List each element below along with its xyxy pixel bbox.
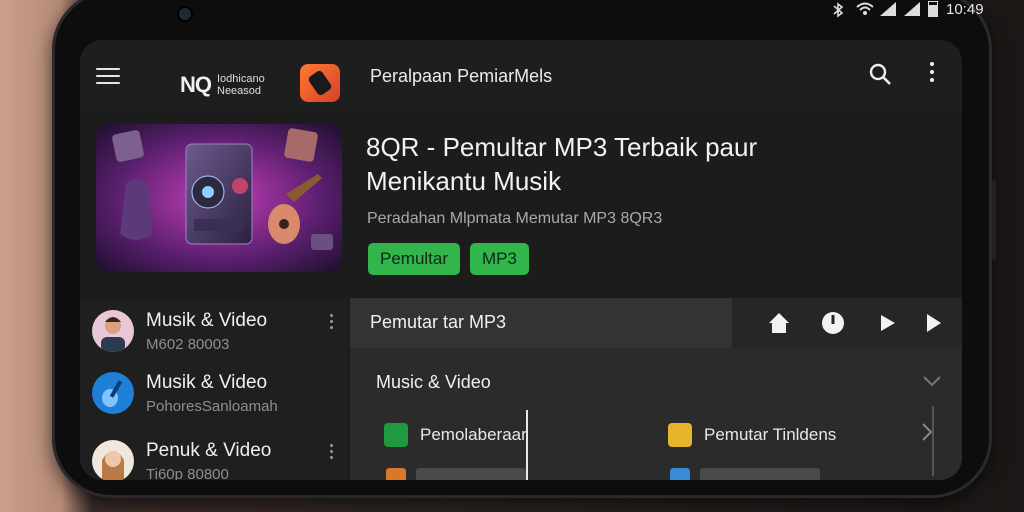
hero-artwork — [96, 124, 342, 272]
list-item[interactable]: Musik & Video PohoresSanloamah — [80, 364, 348, 426]
list-row-partial — [386, 468, 526, 480]
list-item-title: Musik & Video — [146, 310, 268, 331]
grid-item[interactable]: Pemutar Tinldens — [668, 422, 836, 448]
search-icon[interactable] — [868, 62, 892, 86]
collapse-icon[interactable] — [922, 374, 942, 390]
avatar — [92, 440, 134, 480]
status-time: 10:49 — [946, 0, 984, 18]
brand-logo: NQ Iodhicano Neeasod — [180, 72, 265, 98]
power-icon[interactable] — [820, 310, 846, 336]
front-camera — [179, 8, 191, 20]
signal-icon — [904, 2, 920, 16]
status-bar: 10:49 — [832, 0, 984, 20]
grid-item-label: Pemutar Tinldens — [704, 425, 837, 444]
hamburger-menu-icon[interactable] — [96, 68, 120, 86]
brand-line-1: Iodhicano — [217, 73, 265, 85]
page-heading: Peralpaan PemiarMels — [370, 66, 553, 86]
more-options-icon[interactable] — [928, 62, 936, 86]
home-icon[interactable] — [766, 310, 792, 336]
list-row-partial — [670, 468, 820, 480]
play-icon[interactable] — [874, 310, 900, 336]
wifi-icon — [856, 2, 874, 16]
grid-icon — [384, 423, 408, 447]
hero-subtitle: Peradahan Mlpmata Memutar MP3 8QR3 — [367, 210, 663, 227]
signal-icon — [880, 2, 896, 16]
app-logo-icon — [300, 64, 340, 102]
drag-handle[interactable] — [526, 410, 528, 480]
item-more-icon[interactable] — [328, 314, 334, 332]
grid-item-label: Pemolaberaar — [420, 425, 527, 444]
section-title: Music & Video — [376, 372, 491, 392]
list-item-title: Musik & Video — [146, 372, 268, 393]
player-title: Pemutar tar MP3 — [370, 312, 507, 332]
media-list: Musik & Video M602 80003 Musik & Video P… — [80, 298, 348, 480]
list-item-subtitle: M602 80003 — [146, 336, 230, 353]
grid-item[interactable]: Pemolaberaar — [384, 422, 527, 448]
app-screen: NQ Iodhicano Neeasod Peralpaan PemiarMel… — [80, 40, 962, 480]
next-icon[interactable] — [920, 310, 946, 336]
volume-button — [992, 180, 996, 260]
hero-title: 8QR - Pemultar MP3 Terbaik paur Menikant… — [366, 132, 758, 196]
brand-line-2: Neeasod — [217, 85, 262, 97]
avatar — [92, 310, 134, 352]
list-item[interactable]: Penuk & Video Ti60p 80800 — [80, 432, 348, 480]
list-item-subtitle: PohoresSanloamah — [146, 398, 278, 415]
player-controls — [732, 298, 962, 348]
list-item-title: Penuk & Video — [146, 440, 272, 461]
app-bar: NQ Iodhicano Neeasod Peralpaan PemiarMel… — [80, 40, 962, 110]
player-header: Pemutar tar MP3 — [350, 298, 732, 348]
list-item[interactable]: Musik & Video M602 80003 — [80, 302, 348, 364]
tag-pemultar[interactable]: Pemultar — [368, 243, 461, 275]
guitar-avatar — [92, 372, 134, 414]
bluetooth-icon — [832, 2, 848, 18]
battery-icon — [928, 1, 938, 17]
music-video-panel: Music & Video Pemolaberaar Pemutar Tinld… — [350, 348, 962, 480]
brand-mark: NQ — [180, 72, 212, 97]
item-more-icon[interactable] — [328, 444, 334, 462]
list-item-subtitle: Ti60p 80800 — [146, 466, 229, 480]
scrollbar[interactable] — [932, 406, 934, 476]
app-icon — [668, 423, 692, 447]
tag-mp3[interactable]: MP3 — [470, 243, 529, 275]
